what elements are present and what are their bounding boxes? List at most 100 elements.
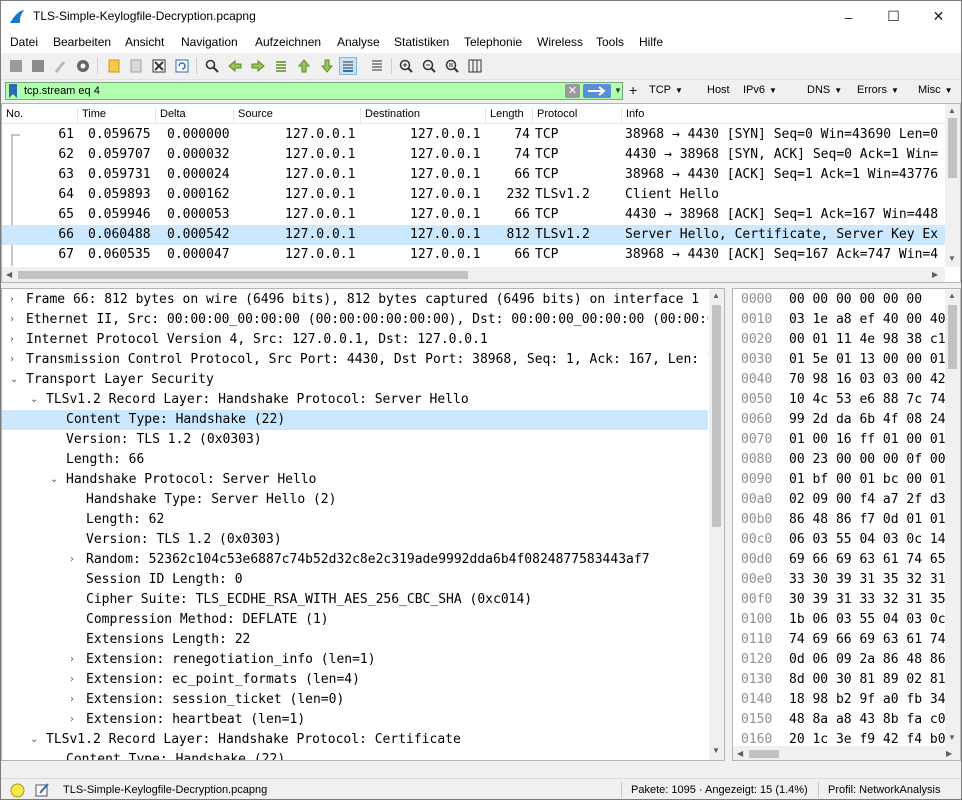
detail-row[interactable]: ⌄ TLSv1.2 Record Layer: Handshake Protoco… xyxy=(2,390,708,410)
expand-arrow-right-icon[interactable]: › xyxy=(70,550,74,570)
packet-list-vscrollbar[interactable]: ▲ ▼ xyxy=(945,104,960,267)
expand-arrow-right-icon[interactable]: › xyxy=(10,350,14,370)
hex-row[interactable]: 00e0 33 30 39 31 35 32 31 xyxy=(733,570,948,590)
hex-row[interactable]: 0010 03 1e a8 ef 40 00 40 xyxy=(733,310,948,330)
hex-row[interactable]: 0050 10 4c 53 e6 88 7c 74 xyxy=(733,390,948,410)
column-header-info[interactable]: Info xyxy=(621,108,644,124)
hex-row[interactable]: 0020 00 01 11 4e 98 38 c1 xyxy=(733,330,948,350)
expand-arrow-right-icon[interactable]: › xyxy=(10,290,14,310)
packet-row[interactable]: 67 0.060535 0.000047 127.0.0.1 127.0.0.1 66 TC… xyxy=(2,245,946,265)
detail-row[interactable]: › Random: 52362c104c53e6887c74b52d32c8e2c… xyxy=(2,550,708,570)
detail-row[interactable]: Content Type: Handshake (22) xyxy=(2,750,708,760)
filter-button-host[interactable]: Host xyxy=(707,84,730,96)
menu-wireless[interactable]: Wireless xyxy=(537,35,583,49)
menu-statistiken[interactable]: Statistiken xyxy=(394,35,449,49)
hex-row[interactable]: 0060 99 2d da 6b 4f 08 24 xyxy=(733,410,948,430)
hex-row[interactable]: 0140 18 98 b2 9f a0 fb 34 xyxy=(733,690,948,710)
scroll-left-icon[interactable]: ◀ xyxy=(737,749,743,758)
normal-size-icon[interactable] xyxy=(443,57,461,75)
column-header-length[interactable]: Length xyxy=(485,108,524,124)
column-header-time[interactable]: Time xyxy=(77,108,106,124)
packet-row[interactable]: 61 0.059675 0.000000 127.0.0.1 127.0.0.1 74 TC… xyxy=(2,125,946,145)
close-button[interactable]: ✕ xyxy=(916,1,961,32)
detail-row[interactable]: Compression Method: DEFLATE (1) xyxy=(2,610,708,630)
hex-row[interactable]: 0130 8d 00 30 81 89 02 81 xyxy=(733,670,948,690)
scroll-up-icon[interactable]: ▲ xyxy=(712,291,720,300)
zoom-in-icon[interactable] xyxy=(397,57,415,75)
packet-row-selected[interactable]: 66 0.060488 0.000542 127.0.0.1 127.0.0.1 812 T… xyxy=(2,225,946,245)
packet-row[interactable]: 63 0.059731 0.000024 127.0.0.1 127.0.0.1 66 TC… xyxy=(2,165,946,185)
hex-row[interactable]: 00f0 30 39 31 33 32 31 35 xyxy=(733,590,948,610)
hex-row[interactable]: 0030 01 5e 01 13 00 00 01 xyxy=(733,350,948,370)
hex-row[interactable]: 00a0 02 09 00 f4 a7 2f d3 xyxy=(733,490,948,510)
detail-row[interactable]: › Transmission Control Protocol, Src Port… xyxy=(2,350,708,370)
first-packet-icon[interactable] xyxy=(295,57,313,75)
menu-ansicht[interactable]: Ansicht xyxy=(125,35,164,49)
detail-row-selected[interactable]: Content Type: Handshake (22) xyxy=(2,410,708,430)
resize-columns-icon[interactable] xyxy=(466,57,484,75)
detail-row[interactable]: Cipher Suite: TLS_ECDHE_RSA_WITH_AES_256… xyxy=(2,590,708,610)
hex-row[interactable]: 0000 00 00 00 00 00 00 xyxy=(733,290,948,310)
apply-filter-button[interactable] xyxy=(583,84,611,98)
display-filter-input[interactable] xyxy=(24,83,564,99)
add-filter-button-icon[interactable]: + xyxy=(629,82,637,98)
zoom-out-icon[interactable] xyxy=(420,57,438,75)
column-header-no[interactable]: No. xyxy=(2,108,23,124)
hex-row[interactable]: 0080 00 23 00 00 00 0f 00 xyxy=(733,450,948,470)
hex-row[interactable]: 0070 01 00 16 ff 01 00 01 xyxy=(733,430,948,450)
detail-row[interactable]: › Internet Protocol Version 4, Src: 127.0… xyxy=(2,330,708,350)
filter-button-ipv6[interactable]: IPv6 ▼ xyxy=(743,84,777,96)
bytes-vscrollbar[interactable]: ▲ ▼ xyxy=(945,289,960,746)
scroll-down-icon[interactable]: ▼ xyxy=(948,733,956,742)
detail-row[interactable]: › Extension: session_ticket (len=0) xyxy=(2,690,708,710)
reload-file-icon[interactable] xyxy=(173,57,191,75)
expand-arrow-down-icon[interactable]: ⌄ xyxy=(50,470,58,490)
expand-arrow-right-icon[interactable]: › xyxy=(70,690,74,710)
menu-navigation[interactable]: Navigation xyxy=(181,35,238,49)
detail-row[interactable]: › Extension: heartbeat (len=1) xyxy=(2,710,708,730)
filter-history-dropdown-icon[interactable]: ▼ xyxy=(614,86,622,95)
column-header-source[interactable]: Source xyxy=(233,108,273,124)
filter-button-tcp[interactable]: TCP ▼ xyxy=(649,84,683,96)
detail-row[interactable]: Session ID Length: 0 xyxy=(2,570,708,590)
menu-aufzeichnen[interactable]: Aufzeichnen xyxy=(255,35,321,49)
bookmark-icon[interactable] xyxy=(8,84,18,98)
start-capture-icon[interactable] xyxy=(7,57,25,75)
clear-filter-icon[interactable]: ✕ xyxy=(565,84,580,98)
capture-comment-icon[interactable] xyxy=(34,782,50,798)
hex-row[interactable]: 0110 74 69 66 69 63 61 74 xyxy=(733,630,948,650)
scroll-left-icon[interactable]: ◀ xyxy=(6,270,12,279)
maximize-button[interactable]: ☐ xyxy=(871,1,916,32)
detail-row[interactable]: ⌄ TLSv1.2 Record Layer: Handshake Protoco… xyxy=(2,730,708,750)
expand-arrow-down-icon[interactable]: ⌄ xyxy=(30,730,38,750)
hex-row[interactable]: 00d0 69 66 69 63 61 74 65 xyxy=(733,550,948,570)
scroll-down-icon[interactable]: ▼ xyxy=(948,254,956,263)
display-filter-field[interactable]: ✕ ▼ xyxy=(5,82,623,100)
expand-arrow-right-icon[interactable]: › xyxy=(70,670,74,690)
status-profile[interactable]: Profil: NetworkAnalysis xyxy=(828,784,940,796)
scroll-thumb[interactable] xyxy=(18,271,468,279)
detail-row[interactable]: › Extension: renegotiation_info (len=1) xyxy=(2,650,708,670)
scroll-thumb[interactable] xyxy=(948,305,957,369)
column-header-destination[interactable]: Destination xyxy=(360,108,420,124)
filter-button-misc[interactable]: Misc ▼ xyxy=(918,84,953,96)
capture-options-icon[interactable] xyxy=(74,57,92,75)
packet-list-hscrollbar[interactable]: ◀ ▶ xyxy=(2,267,945,282)
go-to-packet-icon[interactable] xyxy=(272,57,290,75)
column-header-protocol[interactable]: Protocol xyxy=(532,108,577,124)
packet-row[interactable]: 64 0.059893 0.000162 127.0.0.1 127.0.0.1 232 T… xyxy=(2,185,946,205)
save-file-icon[interactable] xyxy=(127,57,145,75)
minimize-button[interactable]: – xyxy=(826,1,871,32)
detail-row[interactable]: Length: 62 xyxy=(2,510,708,530)
scroll-up-icon[interactable]: ▲ xyxy=(948,291,956,300)
autoscroll-icon[interactable] xyxy=(339,57,357,75)
menu-analyse[interactable]: Analyse xyxy=(337,35,380,49)
hex-row[interactable]: 00c0 06 03 55 04 03 0c 14 xyxy=(733,530,948,550)
menu-telephonie[interactable]: Telephonie xyxy=(464,35,522,49)
detail-row[interactable]: › Extension: ec_point_formats (len=4) xyxy=(2,670,708,690)
expand-arrow-right-icon[interactable]: › xyxy=(70,710,74,730)
filter-button-dns[interactable]: DNS ▼ xyxy=(807,84,842,96)
last-packet-icon[interactable] xyxy=(318,57,336,75)
hex-row[interactable]: 0090 01 bf 00 01 bc 00 01 xyxy=(733,470,948,490)
hex-row[interactable]: 0120 0d 06 09 2a 86 48 86 xyxy=(733,650,948,670)
